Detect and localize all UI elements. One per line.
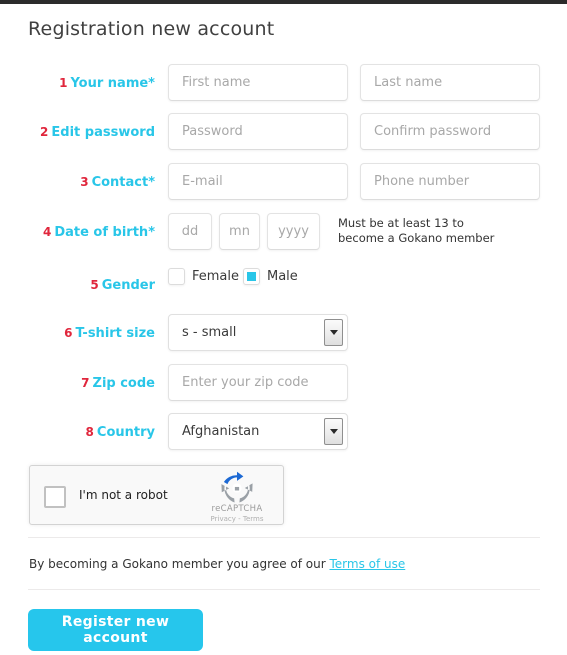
male-checkbox[interactable] [243,268,260,285]
registration-page: Registration new account 1Your name* 2Ed… [0,4,567,655]
gender-option-male[interactable]: Male [243,268,298,285]
recaptcha-widget[interactable]: I'm not a robot reCAPTCHA Privacy - Term… [29,465,284,525]
terms-of-use-link[interactable]: Terms of use [329,557,405,571]
female-checkbox[interactable] [168,268,185,285]
first-name-input[interactable] [168,64,348,101]
recaptcha-checkbox[interactable] [44,486,66,508]
label-number: 4 [42,225,52,239]
country-value: Afghanistan [182,424,260,439]
label-text: Date of birth* [54,225,155,240]
label-date-of-birth: 4 Date of birth* [0,224,155,241]
chevron-down-icon[interactable] [324,418,343,445]
label-text: Contact* [91,175,155,190]
note-line-2: become a Gokano member [338,230,495,245]
label-text: Zip code [92,376,155,391]
date-of-birth-note: Must be at least 13 to become a Gokano m… [338,216,518,245]
recaptcha-logo-icon [221,471,253,503]
chevron-down-icon[interactable] [324,319,343,346]
label-number: 5 [90,278,99,292]
form-row-your-name: 1 Your name* [0,64,567,114]
divider-bottom [28,589,540,590]
zip-code-input[interactable] [168,364,348,401]
label-number: 1 [59,76,68,90]
page-title: Registration new account [28,18,275,40]
register-new-account-button[interactable]: Register new account [28,609,203,651]
label-text: Country [96,425,155,440]
recaptcha-brand-name: reCAPTCHA [211,504,263,514]
phone-number-input[interactable] [360,163,540,200]
label-zip-code: 7 Zip code [0,375,155,392]
female-label: Female [192,269,240,284]
birth-year-input[interactable] [267,213,320,250]
country-select[interactable]: Afghanistan [168,413,348,450]
form-row-date-of-birth: 4Date of birth* Must be at least 13 to b… [0,213,567,263]
label-text: T-shirt size [75,326,155,341]
label-edit-password: 2 Edit password [0,124,155,141]
label-text: Your name* [70,76,155,91]
label-number: 3 [80,175,89,189]
terms-prefix: By becoming a Gokano member you agree of… [29,557,330,571]
birth-month-input[interactable] [219,213,260,250]
form-row-country: 8 Country Afghanistan [0,413,567,463]
label-your-name: 1 Your name* [0,75,155,92]
label-number: 6 [64,326,73,340]
recaptcha-brand: reCAPTCHA Privacy - Terms [199,471,275,523]
label-tshirt-size: 6 T-shirt size [0,325,155,342]
recaptcha-privacy-terms[interactable]: Privacy - Terms [199,515,275,523]
form-row-gender: 5 Gender Female Male [0,262,567,312]
male-label: Male [267,269,298,284]
terms-agreement-text: By becoming a Gokano member you agree of… [29,557,405,571]
form-row-contact: 3 Contact* [0,163,567,213]
form-row-tshirt-size: 6 T-shirt size s - small [0,314,567,364]
label-text: Gender [101,278,155,293]
label-country: 8 Country [0,424,155,441]
confirm-password-input[interactable] [360,113,540,150]
label-number: 7 [81,376,90,390]
label-number: 8 [85,425,94,439]
note-line-1: Must be at least 13 to [338,216,464,230]
label-gender: 5 Gender [0,277,155,294]
tshirt-size-value: s - small [182,325,237,340]
label-text: Edit password [51,125,155,140]
email-input[interactable] [168,163,348,200]
label-number: 2 [40,125,49,139]
recaptcha-label: I'm not a robot [79,488,168,502]
gender-option-female[interactable]: Female [168,268,239,285]
tshirt-size-select[interactable]: s - small [168,314,348,351]
password-input[interactable] [168,113,348,150]
label-contact: 3 Contact* [0,174,155,191]
divider-top [28,537,540,538]
form-row-zip-code: 7 Zip code [0,364,567,414]
last-name-input[interactable] [360,64,540,101]
form-row-password: 2 Edit password [0,113,567,163]
birth-day-input[interactable] [168,213,212,250]
